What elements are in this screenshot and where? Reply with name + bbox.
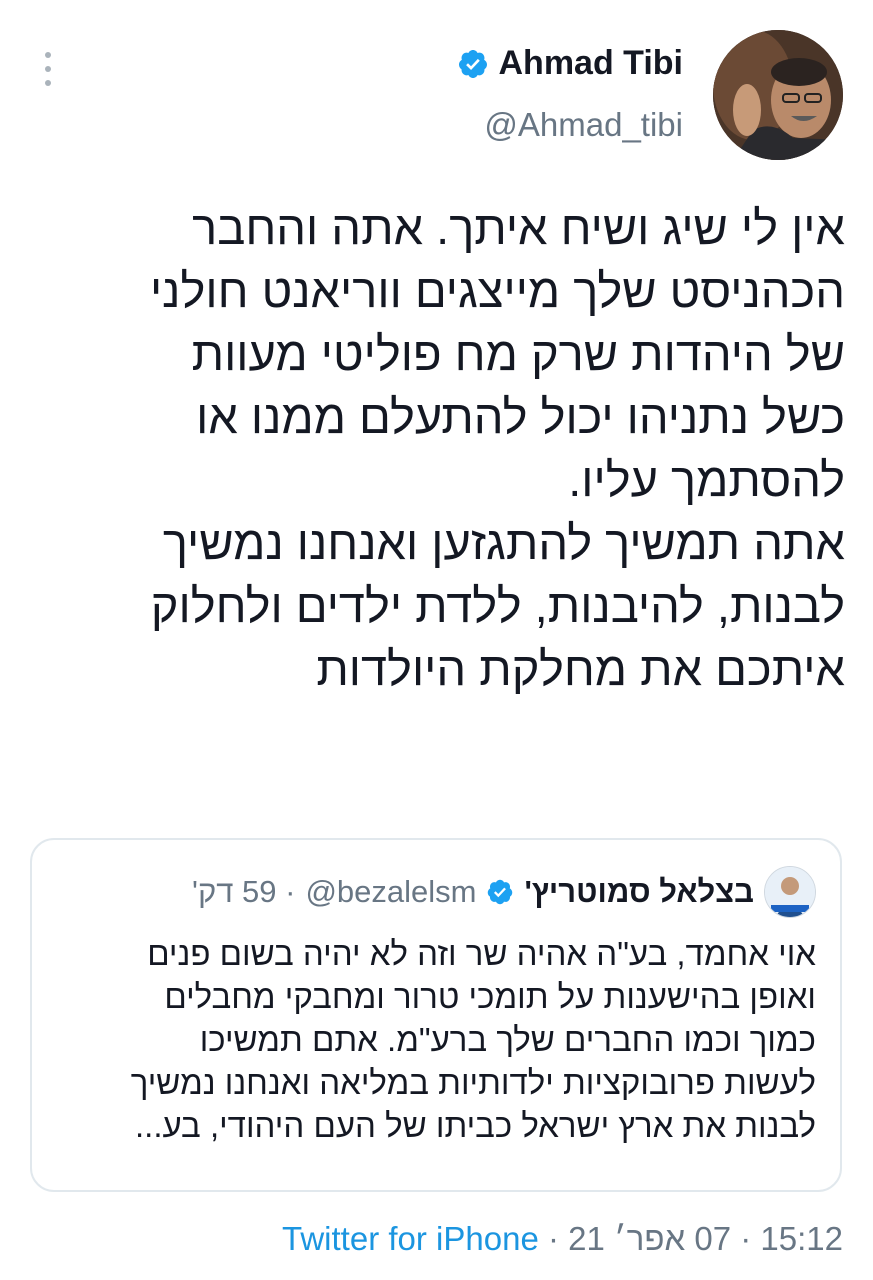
tweet-date: 07 אפר׳ 21 — [568, 1220, 732, 1257]
more-dot — [45, 52, 51, 58]
tweet-time: 15:12 — [760, 1220, 843, 1257]
author-photo — [713, 30, 843, 160]
quoted-author-name: בצלאל סמוטריץ' — [524, 874, 754, 909]
author-avatar[interactable] — [713, 30, 843, 160]
quoted-author-avatar — [764, 866, 816, 918]
quoted-tweet-card[interactable]: בצלאל סמוטריץ' @bezalelsm · 59 דק' אוי א… — [30, 838, 842, 1192]
quoted-tweet-time: · 59 דק' — [192, 874, 296, 909]
more-dot — [45, 66, 51, 72]
tweet-footer: Twitter for iPhone · 07 אפר׳ 21 · 15:12 — [282, 1220, 843, 1258]
author-name-row[interactable]: Ahmad Tibi — [457, 44, 684, 83]
quoted-tweet-text: אוי אחמד, בע"ה אהיה שר וזה לא יהיה בשום … — [130, 935, 816, 1144]
quoted-tweet-header: בצלאל סמוטריץ' @bezalelsm · 59 דק' — [192, 866, 816, 918]
tweet-source-link[interactable]: Twitter for iPhone — [282, 1220, 539, 1257]
more-options-icon[interactable] — [38, 52, 58, 86]
verified-icon — [458, 49, 487, 78]
quoted-author-photo — [765, 867, 815, 917]
author-handle[interactable]: @Ahmad_tibi — [484, 106, 683, 144]
more-dot — [45, 80, 51, 86]
quoted-author-handle: @bezalelsm — [305, 874, 477, 909]
footer-separator: · — [538, 1220, 569, 1257]
footer-separator: · — [731, 1220, 761, 1257]
tweet-text: אין לי שיג ושיח איתך. אתה והחבר הכהניסט … — [149, 201, 845, 695]
verified-icon — [488, 879, 513, 905]
author-display-name: Ahmad Tibi — [498, 44, 684, 82]
